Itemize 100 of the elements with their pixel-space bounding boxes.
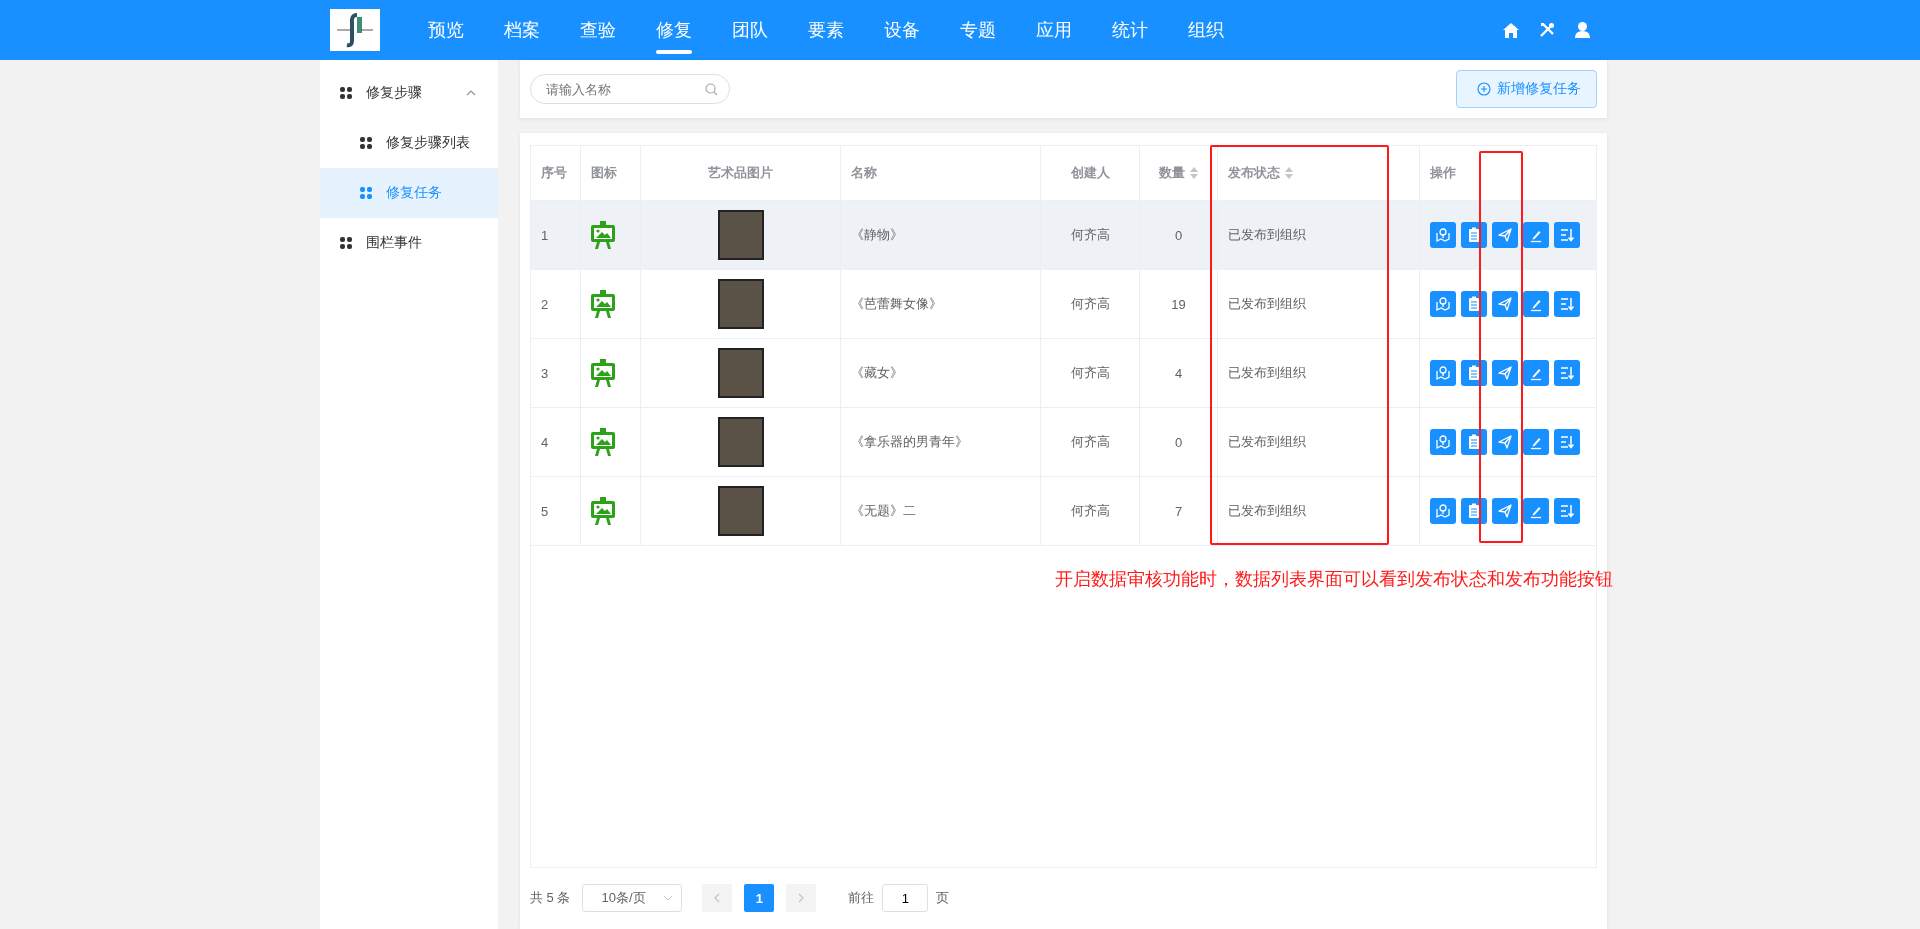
- sidebar-item[interactable]: 修复任务: [320, 168, 498, 218]
- table-cell: 已发布到组织: [1218, 339, 1420, 407]
- table-cell: 4: [1140, 339, 1218, 407]
- clipboard-button[interactable]: [1461, 429, 1487, 455]
- caret-icon: [663, 895, 674, 901]
- nav-tab[interactable]: 组织: [1168, 0, 1244, 60]
- paper-plane-button[interactable]: [1492, 222, 1518, 248]
- clipboard-button[interactable]: [1461, 360, 1487, 386]
- nav-tab[interactable]: 统计: [1092, 0, 1168, 60]
- pencil-button[interactable]: [1523, 429, 1549, 455]
- paper-plane-button[interactable]: [1492, 498, 1518, 524]
- logo[interactable]: [330, 9, 380, 51]
- easel-picture-icon: [591, 290, 615, 318]
- page-unit: 页: [936, 889, 950, 907]
- chevron-right-icon: [798, 893, 805, 903]
- sidebar-item[interactable]: 修复步骤: [320, 68, 498, 118]
- table-cell: 《拿乐器的男青年》: [841, 408, 1041, 476]
- grid-icon: [360, 137, 372, 149]
- total-count: 共 5 条: [530, 889, 571, 907]
- table-cell: 何齐高: [1041, 477, 1140, 545]
- nav-tab[interactable]: 团队: [712, 0, 788, 60]
- page-input[interactable]: 1: [882, 884, 929, 912]
- table-cell: 何齐高: [1041, 270, 1140, 338]
- nav-tab[interactable]: 查验: [560, 0, 636, 60]
- table-cell: 已发布到组织: [1218, 201, 1420, 269]
- search-icon: [705, 83, 718, 96]
- table-cell: 已发布到组织: [1218, 270, 1420, 338]
- sidebar-label: 修复步骤: [366, 84, 422, 102]
- nav-tab[interactable]: 应用: [1016, 0, 1092, 60]
- nav-tab[interactable]: 档案: [484, 0, 560, 60]
- sort-descending-button[interactable]: [1554, 360, 1580, 386]
- pencil-button[interactable]: [1523, 498, 1549, 524]
- sort-icon[interactable]: [1190, 167, 1198, 179]
- sidebar-label: 围栏事件: [366, 234, 422, 252]
- table-row[interactable]: 5 《无题》二 何齐高 7 已发布到组织: [531, 477, 1596, 546]
- map-pin-button[interactable]: [1430, 360, 1456, 386]
- sidebar-item[interactable]: 修复步骤列表: [320, 118, 498, 168]
- home-icon[interactable]: [1503, 22, 1519, 38]
- easel-picture-icon: [591, 497, 615, 525]
- page-button[interactable]: 1: [744, 884, 775, 912]
- add-task-button[interactable]: 新增修复任务: [1456, 70, 1597, 108]
- search-field[interactable]: 请输入名称: [530, 74, 730, 104]
- paper-plane-button[interactable]: [1492, 291, 1518, 317]
- nav-tab[interactable]: 设备: [864, 0, 940, 60]
- map-pin-icon: [1433, 501, 1453, 521]
- map-pin-button[interactable]: [1430, 291, 1456, 317]
- paper-plane-button[interactable]: [1492, 429, 1518, 455]
- photo-placeholder: [717, 279, 764, 329]
- paper-plane-button[interactable]: [1492, 360, 1518, 386]
- table-cell: 5: [531, 477, 581, 545]
- map-pin-icon: [1433, 225, 1453, 245]
- user-icon[interactable]: [1575, 22, 1590, 38]
- table-cell: 《芭蕾舞女像》: [841, 270, 1041, 338]
- sidebar-label: 修复步骤列表: [386, 134, 470, 152]
- sort-icon[interactable]: [1285, 167, 1293, 179]
- column-header: 操作: [1429, 164, 1457, 182]
- annotation-text: 开启数据审核功能时，数据列表界面可以看到发布状态和发布功能按钮: [1055, 568, 1613, 591]
- table-cell: 0: [1140, 408, 1218, 476]
- chevron-icon: [466, 90, 476, 96]
- table-cell: 0: [1140, 201, 1218, 269]
- column-header: 艺术品图片: [641, 146, 841, 200]
- clipboard-button[interactable]: [1461, 498, 1487, 524]
- nav-tab[interactable]: 要素: [788, 0, 864, 60]
- table-cell: 《静物》: [841, 201, 1041, 269]
- plus-circle-icon: [1477, 82, 1491, 96]
- clipboard-button[interactable]: [1461, 222, 1487, 248]
- map-pin-button[interactable]: [1430, 429, 1456, 455]
- table-cell: 4: [531, 408, 581, 476]
- sort-descending-button[interactable]: [1554, 498, 1580, 524]
- table-cell: 已发布到组织: [1218, 477, 1420, 545]
- table-cell: 何齐高: [1041, 408, 1140, 476]
- page-size-select[interactable]: 10条/页: [582, 884, 683, 912]
- map-pin-button[interactable]: [1430, 222, 1456, 248]
- sidebar-item[interactable]: 围栏事件: [320, 218, 498, 268]
- map-pin-button[interactable]: [1430, 498, 1456, 524]
- table-cell: 《无题》二: [841, 477, 1041, 545]
- photo-placeholder: [717, 348, 764, 398]
- logo-icon: [335, 11, 375, 49]
- pencil-button[interactable]: [1523, 360, 1549, 386]
- column-header: 发布状态: [1218, 146, 1420, 200]
- table-cell: 1: [531, 201, 581, 269]
- table-cell: 7: [1140, 477, 1218, 545]
- pencil-button[interactable]: [1523, 291, 1549, 317]
- table-row[interactable]: 2 《芭蕾舞女像》 何齐高 19 已发布到组织: [531, 270, 1596, 339]
- clipboard-button[interactable]: [1461, 291, 1487, 317]
- sort-descending-button[interactable]: [1554, 429, 1580, 455]
- sort-descending-button[interactable]: [1554, 222, 1580, 248]
- tools-icon[interactable]: [1539, 22, 1555, 38]
- pencil-button[interactable]: [1523, 222, 1549, 248]
- table-row[interactable]: 1 《静物》 何齐高 0 已发布到组织: [531, 201, 1596, 270]
- nav-tab[interactable]: 修复: [636, 0, 712, 60]
- table-cell: 《藏女》: [841, 339, 1041, 407]
- chevron-left-icon: [714, 893, 721, 903]
- table-row[interactable]: 4 《拿乐器的男青年》 何齐高 0 已发布到组织: [531, 408, 1596, 477]
- easel-picture-icon: [591, 359, 615, 387]
- nav-tab[interactable]: 预览: [408, 0, 484, 60]
- nav-tab[interactable]: 专题: [940, 0, 1016, 60]
- table-row[interactable]: 3 《藏女》 何齐高 4 已发布到组织: [531, 339, 1596, 408]
- sort-descending-button[interactable]: [1554, 291, 1580, 317]
- column-header: 图标: [581, 146, 641, 200]
